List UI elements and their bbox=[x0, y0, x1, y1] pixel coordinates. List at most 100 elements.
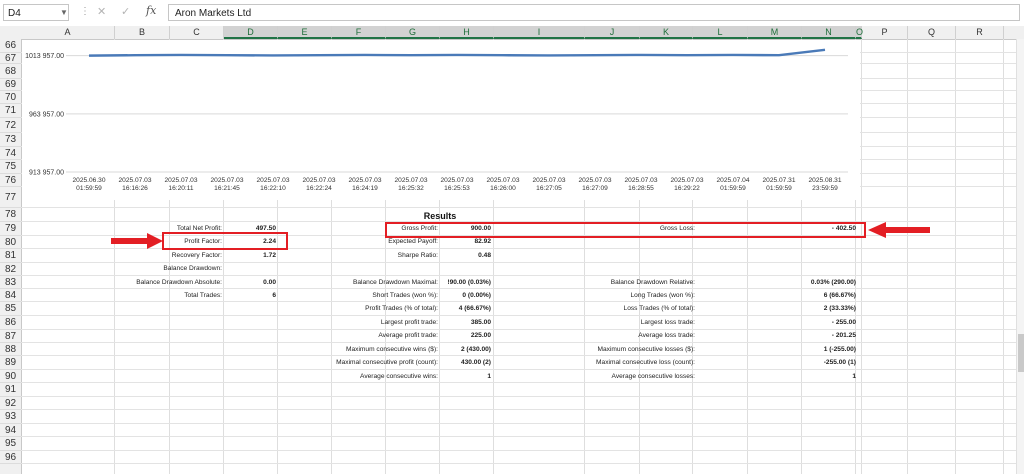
x-tick-label: 2025.07.03 bbox=[210, 177, 243, 184]
row-header-87[interactable]: 87 bbox=[0, 330, 21, 343]
column-header-I[interactable]: I bbox=[494, 26, 585, 39]
middle-metric-label: Short Trades (won %): bbox=[372, 292, 438, 299]
row-header-93[interactable]: 93 bbox=[0, 410, 21, 424]
right-metric-value: -255.00 (1) bbox=[823, 359, 856, 366]
formula-input[interactable]: Aron Markets Ltd bbox=[168, 4, 1020, 21]
x-tick-label: 16:22:10 bbox=[260, 185, 286, 192]
row-header-81[interactable]: 81 bbox=[0, 249, 21, 263]
x-tick-label: 2025.07.03 bbox=[348, 177, 381, 184]
insert-function-icon[interactable]: fx bbox=[146, 4, 156, 17]
x-tick-label: 2025.07.03 bbox=[118, 177, 151, 184]
row-header-70[interactable]: 70 bbox=[0, 91, 21, 104]
column-header-N[interactable]: N bbox=[802, 26, 856, 39]
row-header-82[interactable]: 82 bbox=[0, 263, 21, 276]
column-header-F[interactable]: F bbox=[332, 26, 386, 39]
grid-row-line bbox=[21, 382, 1016, 383]
cancel-icon[interactable]: ✕ bbox=[97, 5, 106, 18]
middle-metric-value: !90.00 (0.03%) bbox=[447, 279, 491, 286]
right-metric-label: Maximal consecutive loss (count): bbox=[596, 359, 695, 366]
row-header-78[interactable]: 78 bbox=[0, 208, 21, 222]
left-metric-label: Balance Drawdown Absolute: bbox=[136, 279, 222, 286]
enter-check-icon[interactable]: ✓ bbox=[121, 5, 130, 18]
x-tick-label: 2025.07.03 bbox=[624, 177, 657, 184]
middle-metric-value: 1 bbox=[487, 373, 491, 380]
row-header-74[interactable]: 74 bbox=[0, 147, 21, 160]
left-metric-value: 0.00 bbox=[263, 279, 276, 286]
row-header-84[interactable]: 84 bbox=[0, 289, 21, 302]
right-metric-value: 6 (66.67%) bbox=[823, 292, 856, 299]
row-header-94[interactable]: 94 bbox=[0, 424, 21, 437]
x-tick-label: 23:59:59 bbox=[812, 185, 838, 192]
right-metric-label: Average consecutive losses: bbox=[611, 373, 695, 380]
column-header-L[interactable]: L bbox=[693, 26, 748, 39]
row-header-89[interactable]: 89 bbox=[0, 356, 21, 370]
row-header-92[interactable]: 92 bbox=[0, 397, 21, 410]
x-tick-label: 16:16:26 bbox=[122, 185, 148, 192]
right-metric-label: Long Trades (won %): bbox=[630, 292, 695, 299]
left-metric-value: 6 bbox=[272, 292, 276, 299]
column-header-Q[interactable]: Q bbox=[908, 26, 956, 39]
column-header-A[interactable]: A bbox=[21, 26, 115, 39]
row-header-85[interactable]: 85 bbox=[0, 302, 21, 316]
scrollbar-thumb[interactable] bbox=[1018, 334, 1024, 372]
row-header-67[interactable]: 67 bbox=[0, 53, 21, 64]
column-header-J[interactable]: J bbox=[585, 26, 640, 39]
right-metric-value: 2 (33.33%) bbox=[823, 305, 856, 312]
x-tick-label: 16:28:55 bbox=[628, 185, 654, 192]
column-header-G[interactable]: G bbox=[386, 26, 440, 39]
row-header-71[interactable]: 71 bbox=[0, 104, 21, 118]
row-header-83[interactable]: 83 bbox=[0, 276, 21, 289]
middle-metric-value: 2 (430.00) bbox=[460, 346, 491, 353]
row-header-68[interactable]: 68 bbox=[0, 64, 21, 79]
row-header-69[interactable]: 69 bbox=[0, 79, 21, 91]
row-header-66[interactable]: 66 bbox=[0, 39, 21, 53]
x-tick-label: 16:21:45 bbox=[214, 185, 240, 192]
row-header-90[interactable]: 90 bbox=[0, 370, 21, 383]
x-tick-label: 2025.07.03 bbox=[670, 177, 703, 184]
vertical-scrollbar[interactable] bbox=[1016, 39, 1024, 474]
chart-plot: 1013 957.00 963 957.00 913 957.00 2025.06.3… bbox=[25, 48, 848, 192]
middle-metric-value: 0.48 bbox=[478, 252, 491, 259]
right-metric-label: Average loss trade: bbox=[638, 332, 695, 339]
row-header-96[interactable]: 96 bbox=[0, 451, 21, 464]
x-tick-label: 16:26:00 bbox=[490, 185, 516, 192]
column-header-E[interactable]: E bbox=[278, 26, 332, 39]
column-header-P[interactable]: P bbox=[862, 26, 908, 39]
row-header-88[interactable]: 88 bbox=[0, 343, 21, 356]
column-header-bar: ABCDEFGHIJKLMNOPQR bbox=[0, 26, 1024, 40]
column-header-R[interactable]: R bbox=[956, 26, 1004, 39]
middle-metric-label: Balance Drawdown Maximal: bbox=[352, 279, 438, 286]
x-tick-label: 16:25:53 bbox=[444, 185, 470, 192]
row-header-72[interactable]: 72 bbox=[0, 118, 21, 133]
column-header-D[interactable]: D bbox=[224, 26, 278, 39]
row-header-79[interactable]: 79 bbox=[0, 222, 21, 236]
name-box-dropdown-icon[interactable]: ▼ bbox=[60, 4, 68, 21]
grid-row-line bbox=[21, 423, 1016, 424]
row-header-95[interactable]: 95 bbox=[0, 437, 21, 451]
row-header-91[interactable]: 91 bbox=[0, 383, 21, 397]
grid-row-line bbox=[21, 450, 1016, 451]
row-header-77[interactable]: 77 bbox=[0, 187, 21, 208]
row-header-80[interactable]: 80 bbox=[0, 236, 21, 249]
column-header-B[interactable]: B bbox=[115, 26, 170, 39]
right-metric-value: 1 (-255.00) bbox=[823, 346, 856, 353]
column-header-M[interactable]: M bbox=[748, 26, 802, 39]
middle-metric-label: Maximum consecutive wins ($): bbox=[346, 346, 438, 353]
row-header-75[interactable]: 75 bbox=[0, 160, 21, 174]
equity-chart[interactable]: 1013 957.00 963 957.00 913 957.00 2025.06.3… bbox=[22, 40, 860, 200]
column-header-K[interactable]: K bbox=[640, 26, 693, 39]
column-header-H[interactable]: H bbox=[440, 26, 494, 39]
x-tick-label: 16:27:05 bbox=[536, 185, 562, 192]
row-header-73[interactable]: 73 bbox=[0, 133, 21, 147]
right-metric-label: Loss Trades (% of total): bbox=[623, 305, 695, 312]
row-header-76[interactable]: 76 bbox=[0, 174, 21, 187]
column-header-C[interactable]: C bbox=[170, 26, 224, 39]
middle-metric-value: 385.00 bbox=[470, 319, 491, 326]
x-tick-label: 01:59:59 bbox=[720, 185, 746, 192]
x-tick-label: 2025.07.03 bbox=[256, 177, 289, 184]
row-header-86[interactable]: 86 bbox=[0, 316, 21, 330]
grid-row-line bbox=[21, 207, 1016, 208]
profit-factor-highlight-box bbox=[162, 232, 288, 250]
x-tick-label: 2025.07.03 bbox=[532, 177, 565, 184]
grid-row-line bbox=[21, 329, 1016, 330]
